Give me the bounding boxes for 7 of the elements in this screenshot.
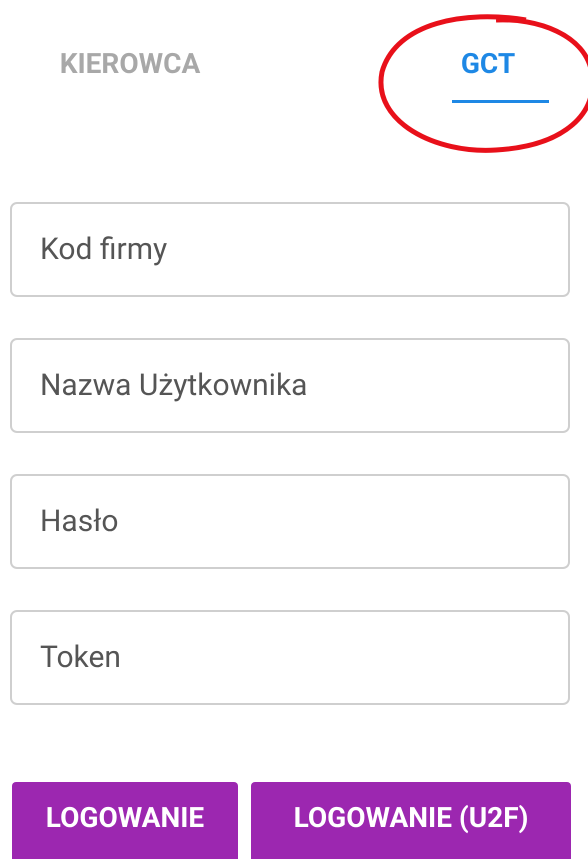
input-field[interactable]: Nazwa Użytkownika (10, 338, 570, 433)
login-button[interactable]: LOGOWANIE (12, 782, 238, 859)
input-field[interactable]: Hasło (10, 474, 570, 569)
tab[interactable]: GCT (390, 0, 586, 128)
login-button[interactable]: LOGOWANIE (U2F) (251, 782, 571, 859)
input-field[interactable]: Token (10, 610, 570, 705)
input-field[interactable]: Kod firmy (10, 202, 570, 297)
